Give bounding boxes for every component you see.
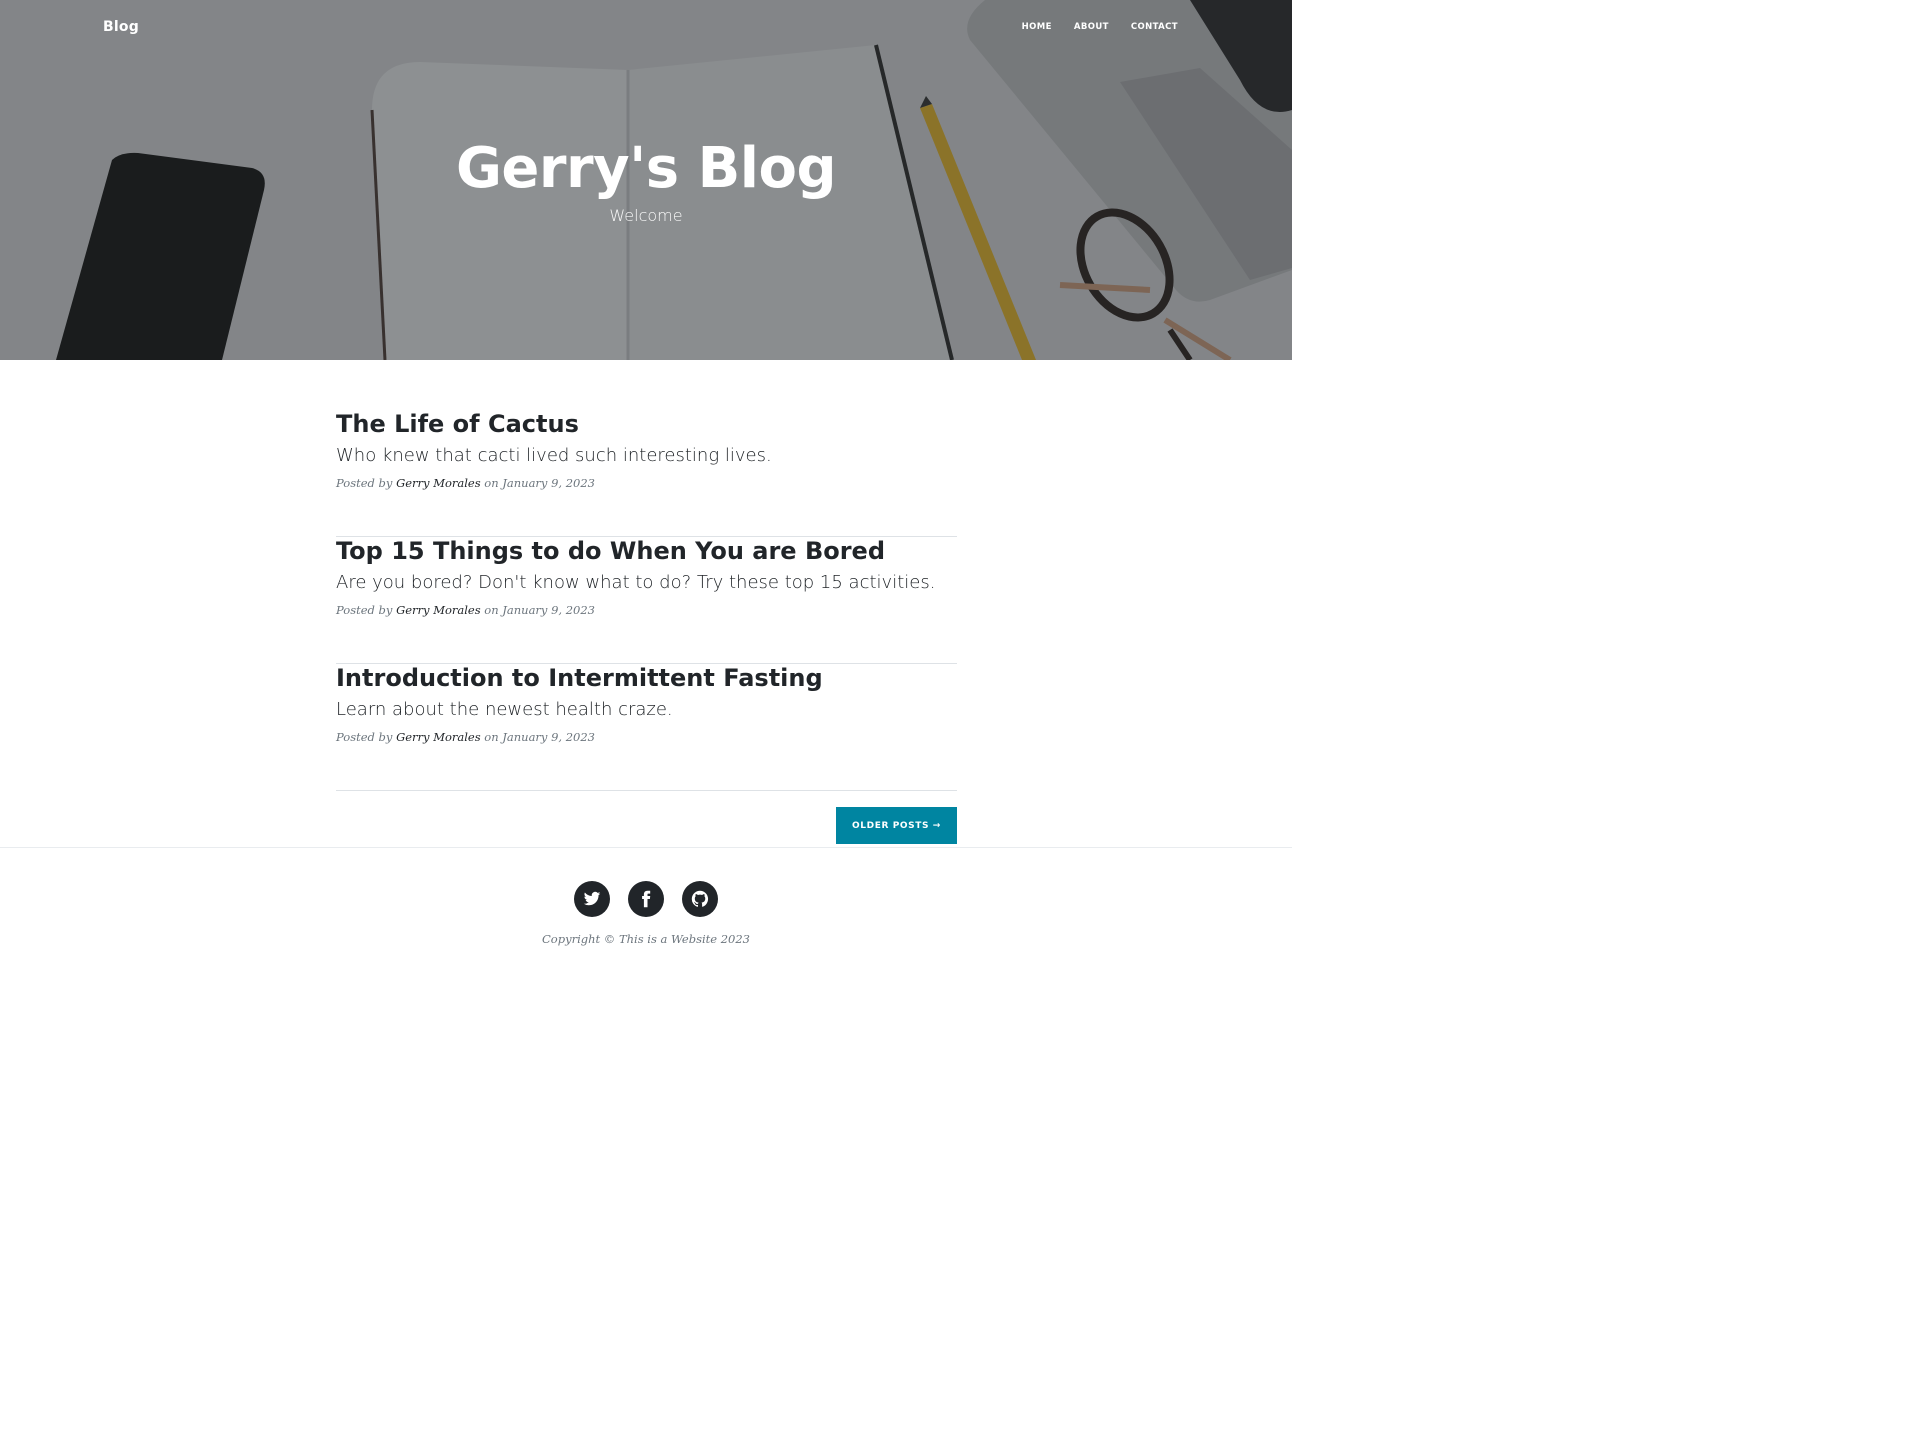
post-author-link[interactable]: Gerry Morales [396,476,481,490]
post-date: January 9, 2023 [502,730,595,744]
site: Blog HOME ABOUT CONTACT Gerry's Blog Wel… [0,0,1292,977]
masthead: Blog HOME ABOUT CONTACT Gerry's Blog Wel… [0,0,1292,360]
post-preview: Top 15 Things to do When You are Bored A… [336,537,957,664]
post-meta: Posted by Gerry Morales on January 9, 20… [336,476,595,490]
twitter-icon[interactable] [574,881,610,917]
nav-link-contact[interactable]: CONTACT [1131,22,1178,32]
post-meta-prefix: Posted by [336,603,393,617]
site-title: Gerry's Blog [455,136,837,201]
site-heading: Gerry's Blog Welcome [0,132,1292,225]
navbar: Blog HOME ABOUT CONTACT [0,0,1292,56]
post-meta-on: on [484,730,499,744]
post-meta-prefix: Posted by [336,730,393,744]
post-title[interactable]: The Life of Cactus [336,410,579,438]
post-title[interactable]: Top 15 Things to do When You are Bored [336,537,885,565]
pager: OLDER POSTS → [0,791,1292,847]
post-meta: Posted by Gerry Morales on January 9, 20… [336,730,595,744]
post-meta-prefix: Posted by [336,476,393,490]
post-meta: Posted by Gerry Morales on January 9, 20… [336,603,595,617]
post-author-link[interactable]: Gerry Morales [396,730,481,744]
post-title[interactable]: Introduction to Intermittent Fasting [336,664,823,692]
post-subtitle: Who knew that cacti lived such interesti… [336,445,772,466]
post-list: The Life of Cactus Who knew that cacti l… [0,410,1292,847]
site-subtitle: Welcome [609,206,683,225]
post-meta-on: on [484,603,499,617]
post-subtitle: Are you bored? Don't know what to do? Tr… [336,572,936,593]
navbar-brand[interactable]: Blog [103,19,139,35]
footer: Copyright © This is a Website 2023 [0,847,1292,977]
post-author-link[interactable]: Gerry Morales [396,603,481,617]
github-icon[interactable] [682,881,718,917]
post-meta-on: on [484,476,499,490]
post-subtitle: Learn about the newest health craze. [336,699,673,720]
copyright-text: Copyright © This is a Website 2023 [542,932,750,946]
nav-link-home[interactable]: HOME [1022,22,1052,32]
post-date: January 9, 2023 [502,476,595,490]
nav-links: HOME ABOUT CONTACT [1022,22,1178,32]
post-date: January 9, 2023 [502,603,595,617]
post-preview: The Life of Cactus Who knew that cacti l… [336,410,957,537]
facebook-icon[interactable] [628,881,664,917]
page: Blog HOME ABOUT CONTACT Gerry's Blog Wel… [0,0,1920,1452]
post-preview: Introduction to Intermittent Fasting Lea… [336,664,957,791]
older-posts-button[interactable]: OLDER POSTS → [836,807,957,844]
social-links [0,881,1292,917]
nav-link-about[interactable]: ABOUT [1074,22,1109,32]
